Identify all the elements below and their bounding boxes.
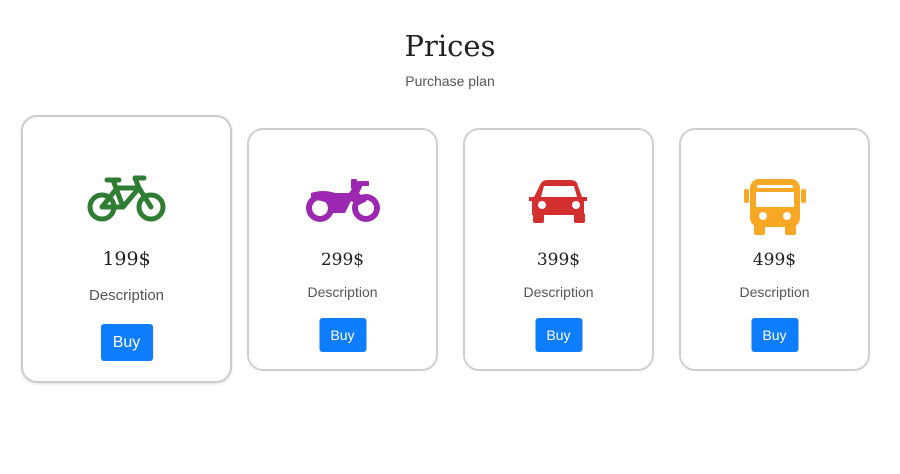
plan-description: Description: [523, 284, 594, 300]
plan-description: Description: [307, 284, 378, 300]
plan-price: 499$: [752, 250, 797, 270]
bicycle-icon: [23, 174, 230, 224]
car-icon: [465, 179, 652, 225]
buy-button[interactable]: Buy: [535, 318, 582, 352]
pricing-card-car: 399$ Description Buy: [463, 128, 654, 371]
motorcycle-icon: [249, 179, 436, 225]
pricing-card-bicycle: 199$ Description Buy: [21, 115, 232, 383]
pricing-card-bus: 499$ Description Buy: [679, 128, 870, 371]
buy-button[interactable]: Buy: [319, 318, 366, 352]
pricing-card-motorcycle: 299$ Description Buy: [247, 128, 438, 371]
plan-price: 299$: [320, 250, 365, 270]
buy-button[interactable]: Buy: [751, 318, 798, 352]
page-subtitle: Purchase plan: [405, 73, 495, 89]
bus-icon: [681, 179, 868, 237]
plan-price: 199$: [102, 248, 151, 270]
plan-description: Description: [739, 284, 810, 300]
plan-description: Description: [88, 287, 165, 304]
plan-price: 399$: [536, 250, 581, 270]
page-title: Prices: [404, 29, 496, 63]
buy-button[interactable]: Buy: [100, 324, 153, 361]
